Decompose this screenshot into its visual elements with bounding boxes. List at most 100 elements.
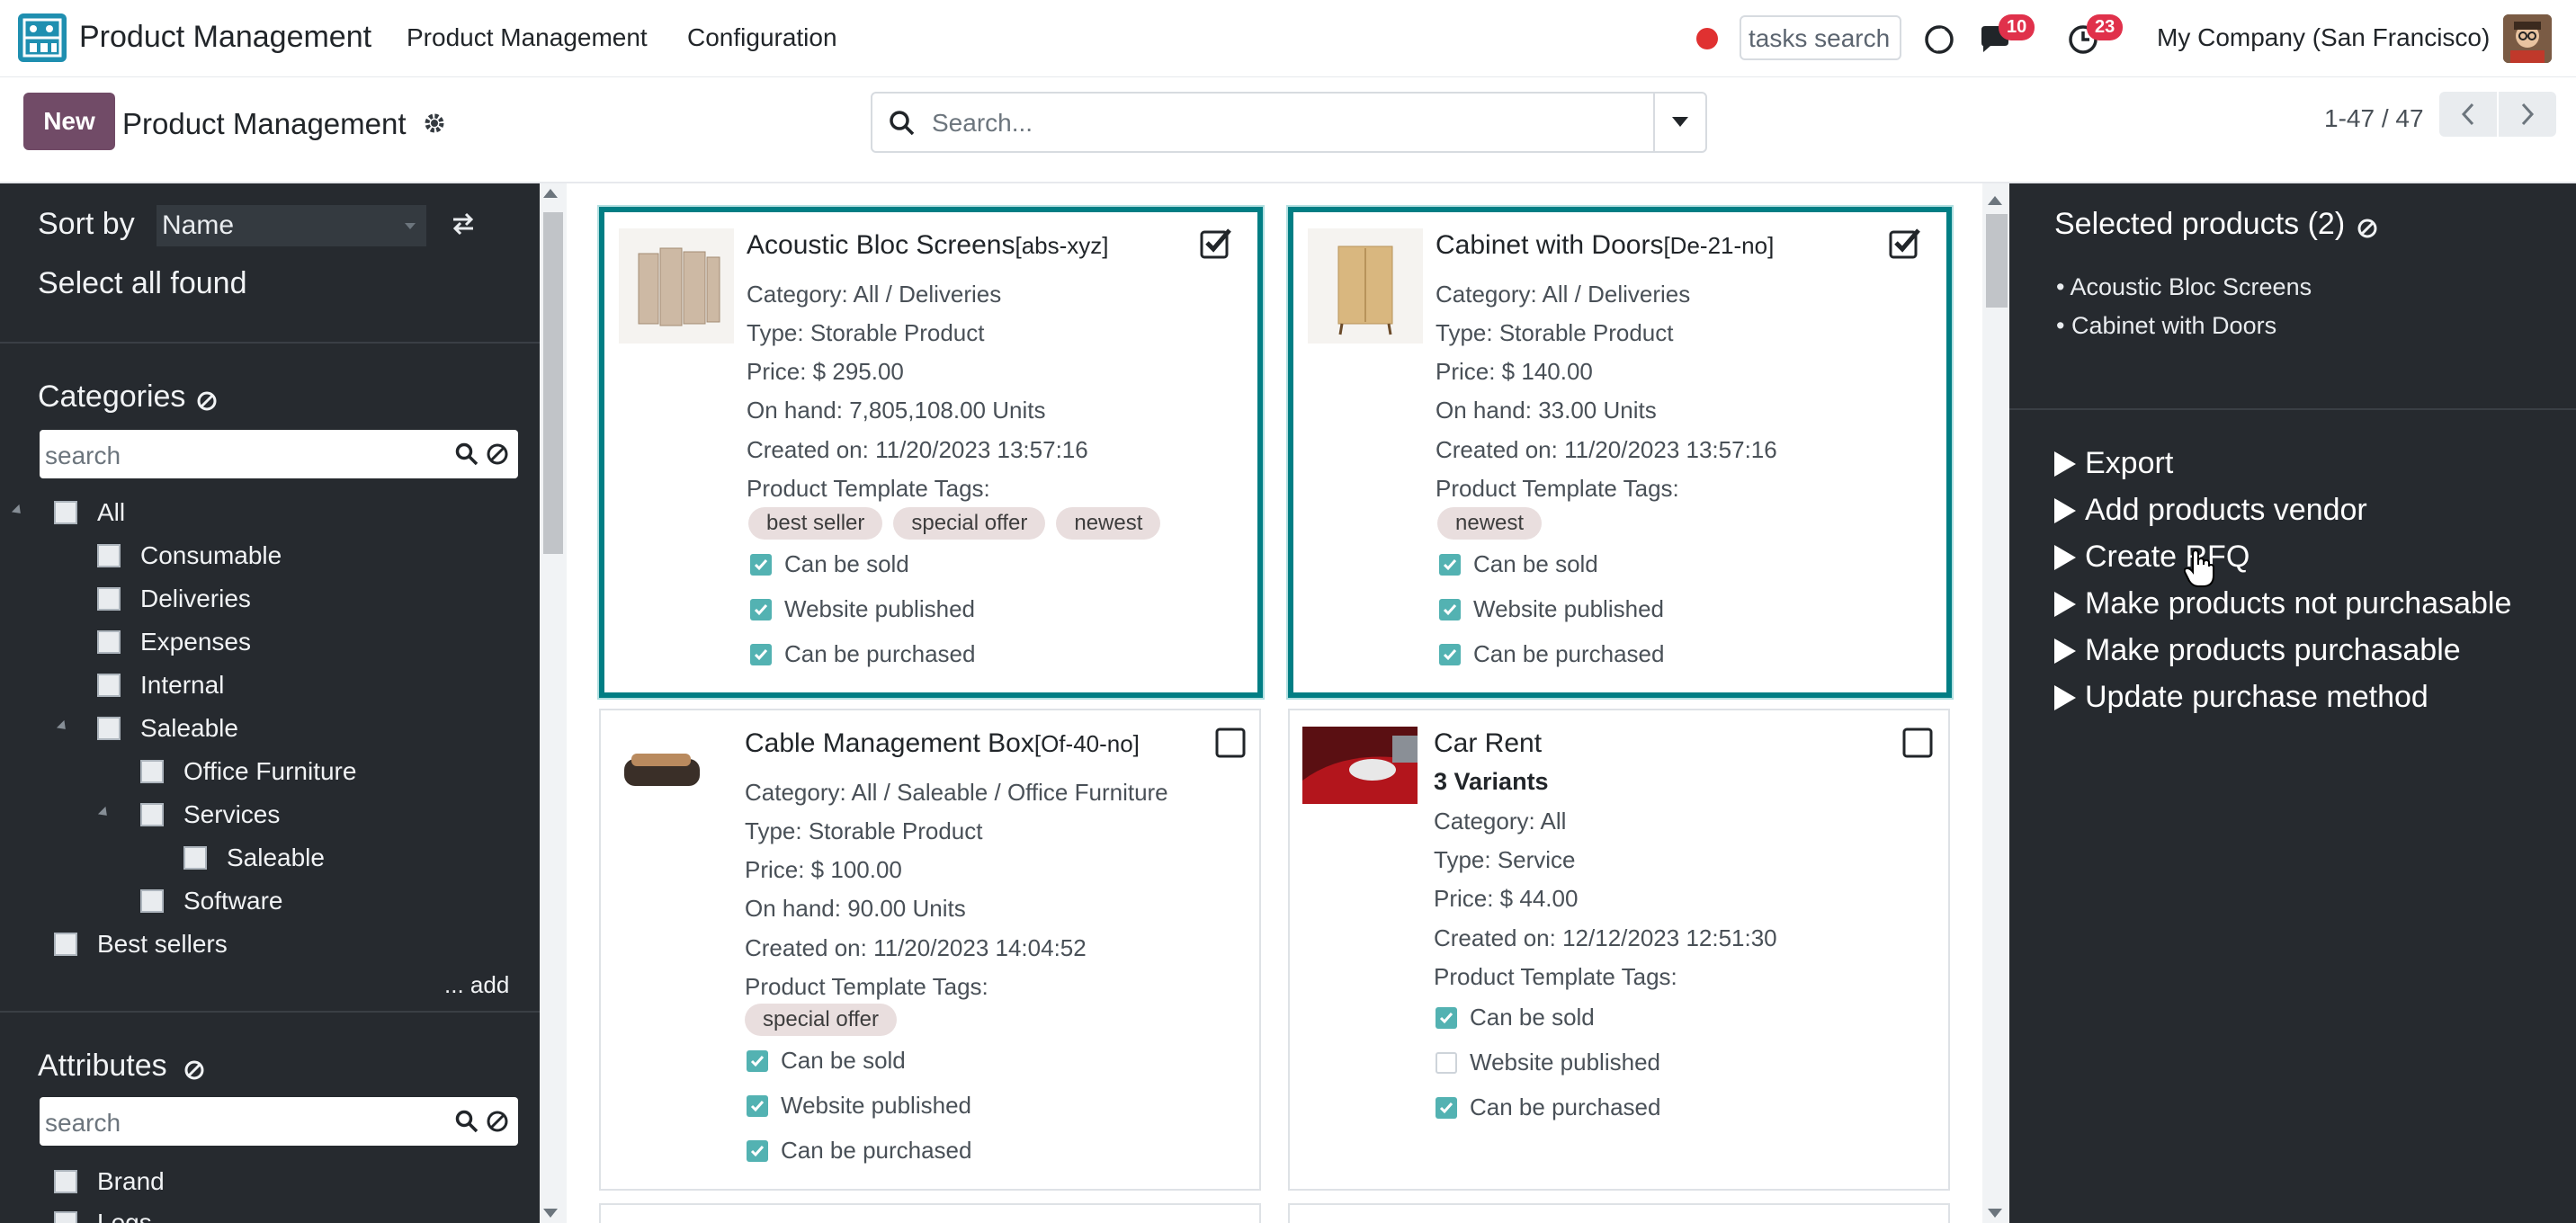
search-icon[interactable] xyxy=(455,442,479,466)
can-be-purchased-field: Can be purchased xyxy=(747,1137,971,1165)
category-office-furniture[interactable]: Office Furniture xyxy=(140,757,356,786)
product-card[interactable]: Acoustic Bloc Screens[abs-xyz] Category:… xyxy=(599,207,1263,698)
product-card[interactable]: Cable Management Box[Of-40-no] Category:… xyxy=(599,709,1261,1191)
sort-select[interactable]: Name xyxy=(157,205,426,246)
card-select-checkbox[interactable] xyxy=(1889,227,1921,259)
category-internal[interactable]: Internal xyxy=(97,671,224,700)
category-deliveries[interactable]: Deliveries xyxy=(97,585,251,613)
checkbox[interactable] xyxy=(183,846,207,870)
card-select-checkbox[interactable] xyxy=(1901,727,1934,759)
search-input[interactable]: Search... xyxy=(871,92,1655,153)
search-options-toggle[interactable] xyxy=(1653,92,1707,153)
action-make-not-purchasable[interactable]: Make products not purchasable xyxy=(2054,586,2511,621)
selected-product-item: • Acoustic Bloc Screens xyxy=(2056,273,2312,300)
app-logo-icon[interactable] xyxy=(18,13,67,62)
category-services[interactable]: Services xyxy=(140,800,280,829)
recording-dot-icon[interactable] xyxy=(1696,28,1718,49)
category-services-saleable[interactable]: Saleable xyxy=(183,844,325,872)
checkbox[interactable] xyxy=(97,674,121,697)
can-be-sold-field: Can be sold xyxy=(1439,550,1598,578)
select-all-found[interactable]: Select all found xyxy=(38,266,247,301)
tree-toggle-icon[interactable] xyxy=(97,806,112,820)
product-created: Created on: 11/20/2023 14:04:52 xyxy=(745,934,1087,961)
tree-toggle-icon[interactable] xyxy=(11,504,25,518)
category-consumable[interactable]: Consumable xyxy=(97,541,282,570)
product-card[interactable] xyxy=(1288,1203,1950,1223)
product-name[interactable]: Cable Management Box[Of-40-no] xyxy=(745,728,1140,759)
sort-order-toggle-icon[interactable] xyxy=(450,210,477,242)
category-best-sellers[interactable]: Best sellers xyxy=(54,930,228,959)
product-name[interactable]: Car Rent xyxy=(1434,728,1542,759)
checkbox[interactable] xyxy=(97,630,121,654)
scrollbar[interactable] xyxy=(540,183,567,1223)
action-create-rfq[interactable]: Create RFQ xyxy=(2054,540,2250,575)
checkbox[interactable] xyxy=(54,933,77,956)
add-category-link[interactable]: ... add xyxy=(444,971,509,999)
product-name[interactable]: Cabinet with Doors[De-21-no] xyxy=(1436,230,1774,261)
product-image xyxy=(1308,228,1423,344)
selected-product-item: • Cabinet with Doors xyxy=(2056,312,2277,339)
search-icon[interactable] xyxy=(455,1110,479,1133)
company-switcher[interactable]: My Company (San Francisco) xyxy=(2157,23,2490,52)
product-name[interactable]: Acoustic Bloc Screens[abs-xyz] xyxy=(747,230,1109,261)
products-kanban: Acoustic Bloc Screens[abs-xyz] Category:… xyxy=(540,183,2009,1223)
checkbox[interactable] xyxy=(140,803,164,826)
category-expenses[interactable]: Expenses xyxy=(97,628,251,656)
checkbox[interactable] xyxy=(140,760,164,783)
card-select-checkbox[interactable] xyxy=(1200,227,1232,259)
product-card[interactable]: Car Rent 3 Variants Category: All Type: … xyxy=(1288,709,1950,1191)
attribute-legs[interactable]: Legs xyxy=(54,1209,152,1223)
voip-icon[interactable] xyxy=(1919,20,1959,59)
clear-filter-icon[interactable] xyxy=(183,1059,205,1081)
checkbox-checked-icon xyxy=(750,598,772,620)
gear-icon[interactable] xyxy=(423,112,446,141)
clear-search-icon[interactable] xyxy=(486,442,509,466)
product-card[interactable]: Cabinet with Doors[De-21-no] Category: A… xyxy=(1288,207,1952,698)
product-tags-label: Product Template Tags: xyxy=(745,973,988,1000)
chevron-down-icon xyxy=(405,223,416,229)
search-placeholder: Search... xyxy=(932,109,1033,137)
action-add-products-vendor[interactable]: Add products vendor xyxy=(2054,493,2367,528)
tree-toggle-icon[interactable] xyxy=(56,719,70,734)
scrollbar[interactable] xyxy=(1982,183,2009,1223)
nav-configuration[interactable]: Configuration xyxy=(687,23,837,52)
checkbox-checked-icon xyxy=(1436,1096,1457,1119)
checkbox[interactable] xyxy=(54,1170,77,1193)
action-export[interactable]: Export xyxy=(2054,446,2173,481)
attributes-search-input[interactable]: search xyxy=(40,1097,518,1146)
pager-next-button[interactable] xyxy=(2499,92,2556,137)
checkbox[interactable] xyxy=(97,717,121,740)
product-onhand: On hand: 33.00 Units xyxy=(1436,397,1657,424)
product-price: Price: $ 140.00 xyxy=(1436,358,1593,385)
nav-product-management[interactable]: Product Management xyxy=(407,23,648,52)
clear-filter-icon[interactable] xyxy=(196,390,218,412)
app-name[interactable]: Product Management xyxy=(79,20,371,55)
checkbox[interactable] xyxy=(54,501,77,524)
checkbox[interactable] xyxy=(97,544,121,567)
pager-previous-button[interactable] xyxy=(2439,92,2497,137)
can-be-sold-field: Can be sold xyxy=(1436,1004,1595,1031)
checkbox[interactable] xyxy=(54,1211,77,1223)
tag-badge: newest xyxy=(1437,507,1543,540)
product-tags: newest xyxy=(1437,507,1552,540)
clear-search-icon[interactable] xyxy=(486,1110,509,1133)
action-make-purchasable[interactable]: Make products purchasable xyxy=(2054,633,2461,668)
user-avatar[interactable] xyxy=(2503,14,2552,63)
attribute-brand[interactable]: Brand xyxy=(54,1167,165,1196)
tasks-search-input[interactable]: tasks search xyxy=(1740,15,1901,60)
categories-search-input[interactable]: search xyxy=(40,430,518,478)
product-card[interactable] xyxy=(599,1203,1261,1223)
checkbox[interactable] xyxy=(97,587,121,611)
clear-selection-icon[interactable] xyxy=(2357,218,2378,239)
category-all[interactable]: All xyxy=(54,498,125,527)
category-saleable[interactable]: Saleable xyxy=(97,714,238,743)
attributes-search-placeholder: search xyxy=(45,1109,121,1137)
checkbox[interactable] xyxy=(140,889,164,913)
chevron-right-icon xyxy=(2521,103,2535,126)
action-update-purchase-method[interactable]: Update purchase method xyxy=(2054,680,2428,715)
pager-value[interactable]: 1-47 / 47 xyxy=(2324,104,2424,133)
category-software[interactable]: Software xyxy=(140,887,283,915)
new-button[interactable]: New xyxy=(23,93,115,150)
attributes-title: Attributes xyxy=(38,1049,167,1083)
card-select-checkbox[interactable] xyxy=(1214,727,1247,759)
